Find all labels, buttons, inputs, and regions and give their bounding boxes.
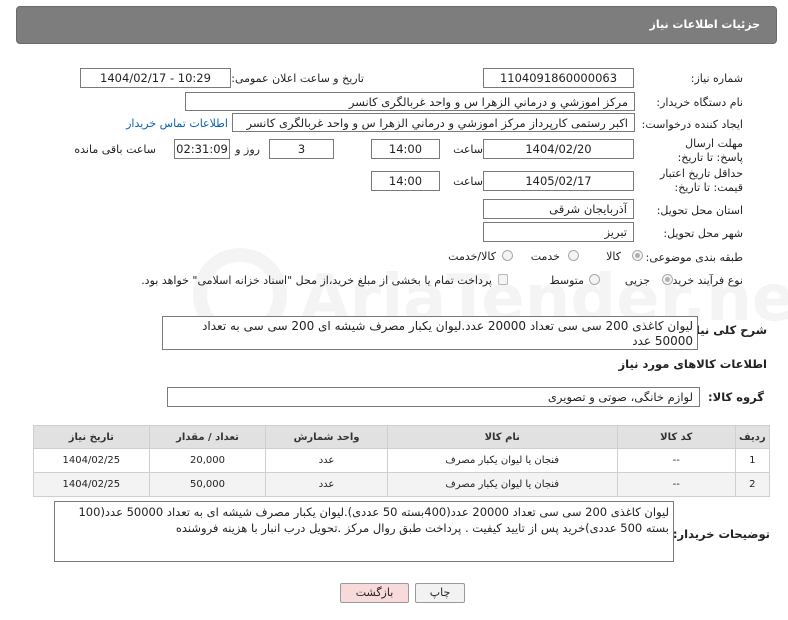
treasury-payment-checkbox[interactable] — [498, 274, 508, 285]
price-validity-time-field[interactable]: 14:00 — [371, 171, 440, 191]
cell-date: 1404/02/25 — [33, 448, 150, 473]
days-remaining-field[interactable]: 3 — [269, 139, 334, 159]
payment-note: پرداخت تمام یا بخشی از مبلغ خرید،از محل … — [141, 274, 492, 287]
category-option-goods: کالا — [606, 250, 621, 263]
process-radio-minor[interactable] — [662, 274, 673, 285]
items-table: ردیف کد کالا نام کالا واحد شمارش تعداد /… — [33, 425, 771, 497]
buyer-notes-textarea[interactable]: لیوان کاغذی 200 سی سی تعداد 20000 عدد(40… — [54, 501, 674, 562]
buyer-notes-label: توضیحات خریدار: — [672, 527, 770, 541]
remaining-time-field[interactable]: 02:31:09 — [174, 139, 230, 159]
col-header-date: تاریخ نیاز — [33, 425, 150, 449]
buyer-org-field[interactable]: مرکز اموزشي و درماني الزهرا س و واحد غرب… — [185, 92, 635, 111]
goods-group-field[interactable]: لوازم خانگی، صوتی و تصویری — [167, 387, 700, 407]
process-radio-medium[interactable] — [589, 274, 600, 285]
process-label: نوع فرآیند خرید : — [665, 274, 743, 287]
announce-label: تاریخ و ساعت اعلان عمومی: — [231, 72, 364, 85]
price-validity-date-field[interactable]: 1405/02/17 — [483, 171, 634, 191]
category-radio-goods[interactable] — [632, 250, 643, 261]
requester-field[interactable]: اکبر رستمی کارپرداز مرکز اموزشي و درماني… — [232, 113, 635, 132]
price-validity-time-label: ساعت — [453, 175, 483, 188]
col-header-qty: تعداد / مقدار — [148, 425, 267, 449]
deadline-date-field[interactable]: 1404/02/20 — [483, 139, 634, 159]
cell-code: -- — [616, 472, 736, 497]
goods-section-title: اطلاعات کالاهای مورد نیاز — [618, 357, 767, 371]
deadline-label: مهلت ارسال پاسخ: تا تاریخ: — [677, 137, 743, 164]
requester-label: ایجاد کننده درخواست: — [641, 118, 743, 131]
category-option-service: خدمت — [530, 250, 560, 263]
category-label: طبقه بندی موضوعی: — [645, 251, 743, 264]
description-textarea[interactable]: لیوان کاغذی 200 سی سی تعداد 20000 عدد.لی… — [162, 316, 698, 350]
process-option-medium: متوسط — [549, 274, 584, 287]
need-number-field[interactable]: 1104091860000063 — [483, 68, 634, 88]
cell-qty: 20,000 — [148, 448, 267, 473]
province-label: استان محل تحویل: — [656, 204, 743, 217]
deadline-time-field[interactable]: 14:00 — [371, 139, 440, 159]
city-label: شهر محل تحویل: — [663, 227, 743, 240]
goods-group-label: گروه کالا: — [708, 390, 764, 404]
need-number-label: شماره نیاز: — [690, 72, 743, 85]
cell-date: 1404/02/25 — [33, 472, 150, 497]
table-row[interactable]: 2 -- فنجان یا لیوان یکبار مصرف عدد 50,00… — [33, 472, 771, 497]
price-validity-label: حداقل تاریخ اعتبار قیمت: تا تاریخ: — [659, 167, 743, 194]
page-title: جزئیات اطلاعات نیاز — [649, 18, 761, 31]
cell-name: فنجان یا لیوان یکبار مصرف — [386, 472, 618, 497]
cell-unit: عدد — [265, 448, 388, 473]
table-row[interactable]: 1 -- فنجان یا لیوان یکبار مصرف عدد 20,00… — [33, 448, 771, 473]
cell-row: 1 — [734, 448, 771, 473]
category-option-goods-service: کالا/خدمت — [448, 250, 496, 263]
buyer-contact-link[interactable]: اطلاعات تماس خریدار — [126, 117, 228, 130]
col-header-unit: واحد شمارش — [265, 425, 388, 449]
back-button[interactable]: بازگشت — [340, 583, 409, 603]
cell-name: فنجان یا لیوان یکبار مصرف — [386, 448, 618, 473]
province-field[interactable]: آذربایجان شرقی — [483, 199, 634, 219]
cell-code: -- — [616, 448, 736, 473]
print-button[interactable]: چاپ — [415, 583, 465, 603]
category-radio-service[interactable] — [568, 250, 579, 261]
cell-unit: عدد — [265, 472, 388, 497]
cell-qty: 50,000 — [148, 472, 267, 497]
col-header-name: نام کالا — [386, 425, 618, 449]
days-label: روز و — [235, 143, 260, 156]
page-header: جزئیات اطلاعات نیاز — [16, 6, 777, 44]
remaining-label: ساعت باقی مانده — [74, 143, 156, 156]
deadline-time-label: ساعت — [453, 143, 483, 156]
process-option-minor: جزیی — [624, 274, 650, 287]
table-header-row: ردیف کد کالا نام کالا واحد شمارش تعداد /… — [33, 425, 771, 449]
buyer-org-label: نام دستگاه خریدار: — [656, 96, 743, 109]
cell-row: 2 — [734, 472, 771, 497]
category-radio-goods-service[interactable] — [502, 250, 513, 261]
announce-field[interactable]: 1404/02/17 - 10:29 — [80, 68, 231, 88]
col-header-row: ردیف — [734, 425, 771, 449]
city-field[interactable]: تبریز — [483, 222, 634, 242]
col-header-code: کد کالا — [616, 425, 736, 449]
